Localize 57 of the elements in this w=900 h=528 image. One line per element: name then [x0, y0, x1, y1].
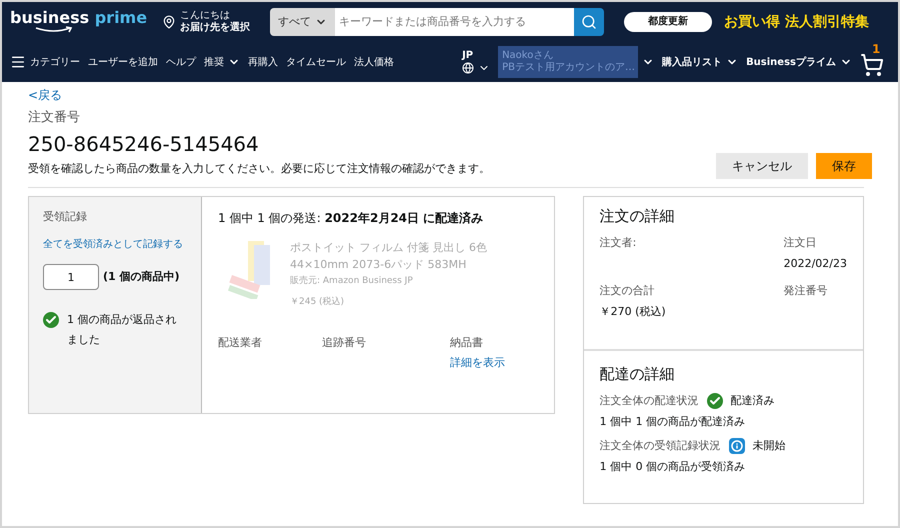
receipt-title: 受領記録 — [43, 208, 88, 224]
nav-link[interactable]: 法人価格 — [354, 54, 394, 70]
logo[interactable]: business prime — [10, 10, 150, 34]
cart-count: 1 — [872, 43, 880, 55]
location-button[interactable]: こんにちは お届け先を選択 — [162, 10, 258, 34]
field-value: ￥270 (税込) — [600, 304, 667, 320]
status-summary: 1 個中 0 個の商品が受領済み — [600, 458, 746, 474]
status-value: 未開始 — [752, 438, 786, 454]
order-number-label: 注文番号 — [28, 109, 81, 127]
save-button[interactable]: 保存 — [816, 152, 872, 178]
product-price: ￥245 (税込) — [290, 296, 346, 308]
field-value: 2022/02/23 — [784, 256, 847, 272]
quantity-field[interactable]: 1 — [43, 264, 99, 290]
order-number: 250-8645246-5145464 — [28, 132, 260, 156]
nav-link[interactable]: 再購入 — [248, 54, 278, 70]
field-label: 注文の合計 — [600, 283, 656, 299]
nav-link[interactable]: タイムセール — [286, 54, 346, 70]
search-field[interactable]: キーワードまたは商品番号を入力する — [335, 8, 574, 36]
nav-link[interactable]: カテゴリー — [10, 54, 80, 70]
quantity-note: (1 個の商品中) — [103, 270, 180, 284]
status-value: 配達済み — [730, 393, 775, 409]
delivery-details-title: 配達の詳細 — [600, 364, 676, 384]
status-label: 注文全体の配達状況 — [600, 393, 699, 409]
nav-link[interactable]: ユーザーを追加 — [88, 54, 158, 70]
nav-dropdown[interactable]: Businessプライム — [746, 54, 852, 70]
search-button[interactable] — [574, 8, 604, 36]
cancel-button[interactable]: キャンセル — [716, 152, 808, 178]
back-link[interactable]: <戻る — [28, 86, 62, 104]
check-icon — [706, 393, 723, 410]
order-details-title: 注文の詳細 — [600, 206, 676, 226]
column-label: 追跡番号 — [322, 334, 367, 350]
nav-dropdown[interactable]: 購入品リスト — [662, 54, 738, 70]
nav-link[interactable]: ヘルプ — [166, 54, 196, 70]
location-pin-icon — [162, 15, 176, 29]
column-label: 配送業者 — [218, 334, 263, 350]
globe-icon — [462, 62, 474, 74]
search-icon — [581, 14, 597, 30]
nav-link[interactable]: 推奨 — [204, 54, 240, 70]
promo-button[interactable]: 都度更新 — [624, 12, 712, 32]
status-summary: 1 個中 1 個の商品が配達済み — [600, 414, 746, 430]
status-label: 注文全体の受領記録状況 — [600, 438, 721, 454]
field-label: 注文日 — [784, 235, 818, 251]
info-icon — [728, 438, 745, 454]
promo-text[interactable]: お買い得 法人割引特集 — [724, 12, 869, 32]
check-icon — [43, 312, 59, 328]
return-status: 1 個の商品が返品されました — [67, 312, 178, 348]
category-dropdown[interactable]: すべて — [270, 8, 335, 36]
invoice-link[interactable]: 詳細を表示 — [450, 355, 505, 372]
product-seller: 販売元: Amazon Business JP — [290, 274, 414, 288]
field-label: 注文者: — [600, 235, 638, 251]
record-all-link[interactable]: 全てを受領済みとして記録する — [43, 237, 187, 252]
instruction-text: 受領を確認したら商品の数量を入力してください。必要に応じて注文情報の確認ができます。 — [28, 160, 490, 176]
language-selector[interactable]: JP — [462, 50, 490, 74]
menu-icon — [10, 54, 26, 70]
field-label: 発注番号 — [784, 283, 829, 299]
shipment-title: 1 個中 1 個の発送: 2022年2月24日 に配達済み — [218, 210, 484, 226]
column-label: 納品書 — [450, 334, 484, 350]
